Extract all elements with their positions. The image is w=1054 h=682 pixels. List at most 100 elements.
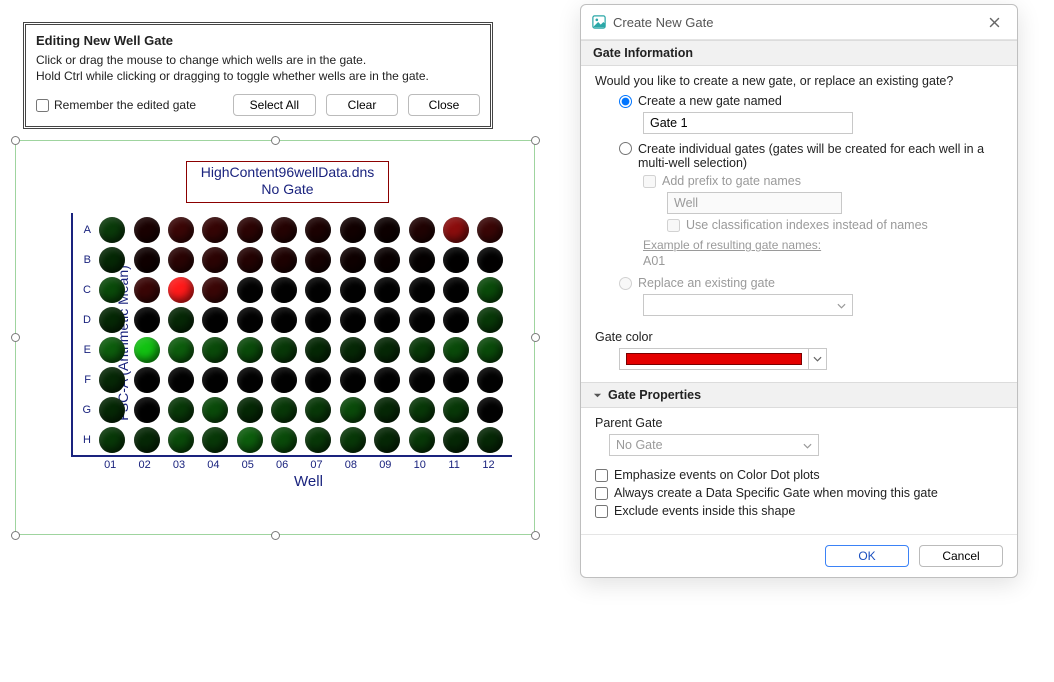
well[interactable] [237, 367, 263, 393]
well[interactable] [237, 217, 263, 243]
well[interactable] [271, 427, 297, 453]
well[interactable] [443, 307, 469, 333]
well[interactable] [305, 277, 331, 303]
well[interactable] [99, 307, 125, 333]
remember-checkbox[interactable]: Remember the edited gate [36, 98, 223, 112]
well[interactable] [443, 367, 469, 393]
well[interactable] [477, 397, 503, 423]
well[interactable] [134, 367, 160, 393]
well[interactable] [237, 307, 263, 333]
well[interactable] [202, 247, 228, 273]
well[interactable] [237, 427, 263, 453]
well[interactable] [99, 397, 125, 423]
well[interactable] [271, 247, 297, 273]
well[interactable] [134, 217, 160, 243]
well[interactable] [340, 307, 366, 333]
well[interactable] [99, 247, 125, 273]
plot-selection-region[interactable]: FSC-A (Arithmetic Mean) HighContent96wel… [15, 140, 535, 535]
radio-create-gate-input[interactable] [619, 95, 632, 108]
well[interactable] [409, 367, 435, 393]
well[interactable] [202, 427, 228, 453]
well[interactable] [443, 277, 469, 303]
well-plate[interactable]: ABCDEFGH 010203040506070809101112 Well [71, 209, 524, 490]
well[interactable] [168, 427, 194, 453]
well[interactable] [305, 247, 331, 273]
well[interactable] [99, 217, 125, 243]
well[interactable] [443, 397, 469, 423]
well[interactable] [168, 247, 194, 273]
well[interactable] [409, 427, 435, 453]
well[interactable] [477, 337, 503, 363]
well[interactable] [168, 397, 194, 423]
resize-handle-br[interactable] [531, 531, 540, 540]
well[interactable] [305, 217, 331, 243]
well[interactable] [271, 337, 297, 363]
well[interactable] [99, 427, 125, 453]
well[interactable] [99, 367, 125, 393]
well[interactable] [443, 427, 469, 453]
well[interactable] [134, 337, 160, 363]
well[interactable] [409, 217, 435, 243]
resize-handle-tr[interactable] [531, 136, 540, 145]
select-all-button[interactable]: Select All [233, 94, 316, 116]
well[interactable] [340, 397, 366, 423]
well[interactable] [374, 397, 400, 423]
well[interactable] [374, 367, 400, 393]
well[interactable] [99, 277, 125, 303]
resize-handle-bl[interactable] [11, 531, 20, 540]
clear-button[interactable]: Clear [326, 94, 398, 116]
well[interactable] [374, 217, 400, 243]
well[interactable] [202, 277, 228, 303]
well[interactable] [168, 277, 194, 303]
well[interactable] [305, 337, 331, 363]
well[interactable] [374, 277, 400, 303]
well[interactable] [443, 247, 469, 273]
well[interactable] [340, 367, 366, 393]
well[interactable] [134, 247, 160, 273]
well[interactable] [305, 427, 331, 453]
well[interactable] [374, 427, 400, 453]
gate-color-select[interactable] [619, 348, 827, 370]
well[interactable] [409, 277, 435, 303]
well[interactable] [374, 337, 400, 363]
well[interactable] [409, 337, 435, 363]
exclude-events-checkbox[interactable]: Exclude events inside this shape [595, 504, 1003, 518]
radio-individual-gates[interactable]: Create individual gates (gates will be c… [619, 142, 1003, 170]
well[interactable] [202, 397, 228, 423]
well[interactable] [477, 277, 503, 303]
dialog-close-button[interactable] [981, 11, 1007, 33]
cancel-button[interactable]: Cancel [919, 545, 1003, 567]
well[interactable] [202, 307, 228, 333]
gate-color-dropdown[interactable] [808, 349, 826, 369]
well[interactable] [477, 217, 503, 243]
emphasize-checkbox-input[interactable] [595, 469, 608, 482]
resize-handle-tl[interactable] [11, 136, 20, 145]
well[interactable] [271, 307, 297, 333]
well[interactable] [477, 367, 503, 393]
well[interactable] [237, 247, 263, 273]
well[interactable] [443, 217, 469, 243]
resize-handle-ml[interactable] [11, 333, 20, 342]
well[interactable] [340, 217, 366, 243]
radio-create-gate[interactable]: Create a new gate named [619, 94, 1003, 108]
well[interactable] [305, 367, 331, 393]
well[interactable] [99, 337, 125, 363]
well[interactable] [202, 337, 228, 363]
resize-handle-tm[interactable] [271, 136, 280, 145]
well[interactable] [134, 277, 160, 303]
well[interactable] [409, 397, 435, 423]
well[interactable] [168, 217, 194, 243]
well[interactable] [305, 307, 331, 333]
ok-button[interactable]: OK [825, 545, 909, 567]
well[interactable] [168, 307, 194, 333]
well[interactable] [443, 337, 469, 363]
well[interactable] [477, 427, 503, 453]
well[interactable] [305, 397, 331, 423]
exclude-events-checkbox-input[interactable] [595, 505, 608, 518]
well[interactable] [374, 247, 400, 273]
well[interactable] [271, 277, 297, 303]
well[interactable] [340, 427, 366, 453]
well[interactable] [374, 307, 400, 333]
emphasize-checkbox[interactable]: Emphasize events on Color Dot plots [595, 468, 1003, 482]
gate-name-field[interactable] [643, 112, 853, 134]
